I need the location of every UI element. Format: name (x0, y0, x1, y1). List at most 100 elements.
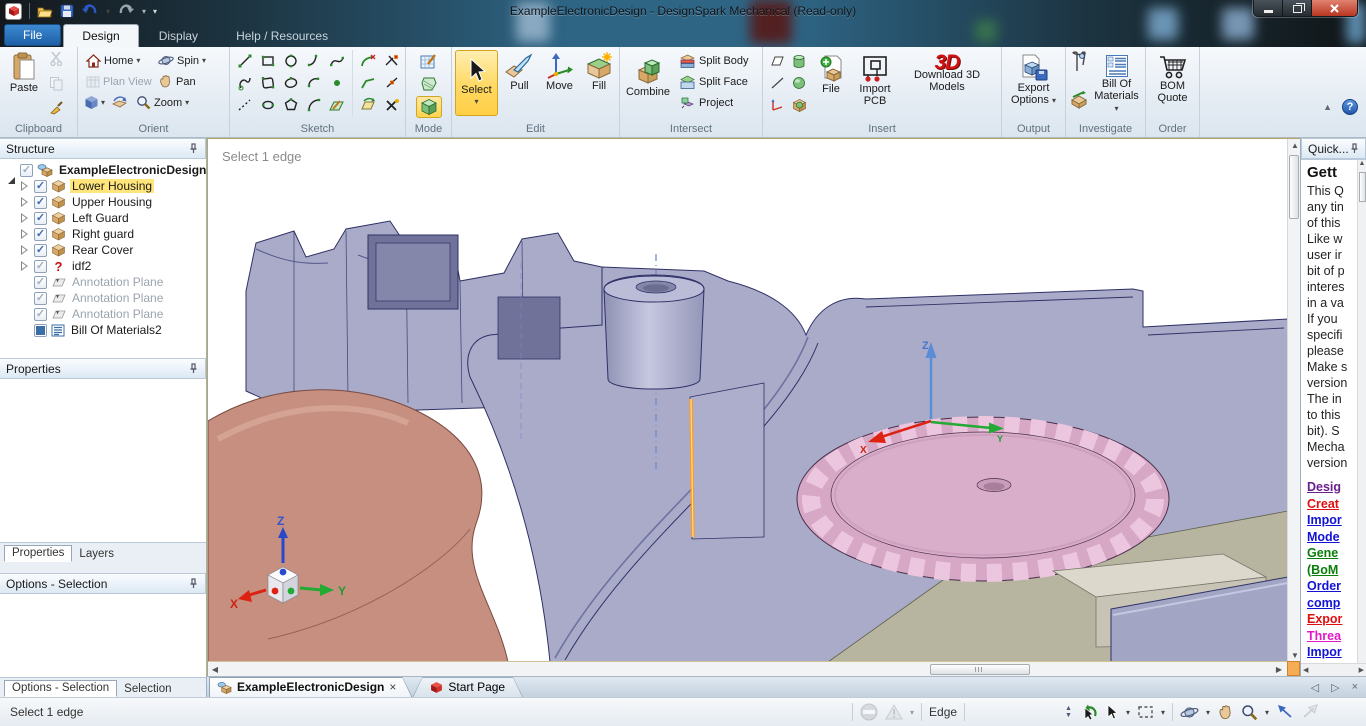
quick-horizontal-scrollbar[interactable]: ◀ ▶ (1301, 663, 1366, 676)
sketch-delete-icon[interactable] (384, 97, 401, 113)
sketch-rectangle-icon[interactable] (260, 53, 276, 69)
copy-icon[interactable] (49, 76, 64, 91)
zoom-caret[interactable]: ▾ (1265, 708, 1269, 717)
spin-caret[interactable]: ▾ (1206, 708, 1210, 717)
visibility-checkbox-filled[interactable] (34, 324, 47, 337)
sketch-move-plane-icon[interactable] (360, 97, 377, 113)
select-cursor-icon[interactable] (1106, 704, 1119, 721)
tab-properties[interactable]: Properties (4, 545, 72, 562)
scroll-left-arrow[interactable]: ◀ (208, 665, 222, 674)
tab-file[interactable]: File (4, 24, 61, 46)
tree-label[interactable]: Annotation Plane (70, 275, 165, 289)
select-tool-button[interactable]: Select ▾ (455, 50, 498, 116)
tree-label[interactable]: Right guard (70, 227, 136, 241)
visibility-checkbox[interactable]: ✓ (34, 228, 47, 241)
box-select-icon[interactable] (1137, 705, 1154, 719)
tan-surface[interactable] (208, 390, 508, 662)
visibility-checkbox[interactable]: ✓ (34, 292, 47, 305)
sketch-arc-icon[interactable] (306, 75, 322, 91)
sketch-mode-button[interactable] (416, 50, 442, 72)
selection-spinner[interactable]: ▲▼ (1065, 705, 1072, 719)
visibility-checkbox[interactable]: ✓ (34, 196, 47, 209)
tree-item-left-guard[interactable]: ✓ Left Guard (0, 210, 206, 226)
tree-item-idf2[interactable]: ✓ ? idf2 (0, 258, 206, 274)
split-face-button[interactable]: Split Face (677, 72, 751, 93)
tree-item-annotation-plane[interactable]: ✓ Annotation Plane (0, 306, 206, 322)
expander-closed-icon[interactable] (20, 181, 30, 191)
3d-viewport[interactable]: Z X Y (207, 138, 1300, 676)
tree-item-bom2[interactable]: Bill Of Materials2 (0, 322, 206, 338)
visibility-checkbox[interactable]: ✓ (34, 276, 47, 289)
insert-cylinder-icon[interactable] (792, 54, 806, 69)
sketch-trim-icon[interactable] (384, 53, 401, 69)
cut-icon[interactable] (49, 51, 64, 66)
scroll-up-arrow[interactable]: ▲ (1288, 141, 1302, 150)
expander-closed-icon[interactable] (20, 245, 30, 255)
sketch-circle-icon[interactable] (283, 53, 299, 69)
tree-label[interactable]: Rear Cover (70, 243, 135, 257)
tab-prev-arrow[interactable]: ◁ (1311, 681, 1319, 694)
combine-button[interactable]: Combine (623, 50, 673, 100)
tree-item-annotation-plane[interactable]: ✓ Annotation Plane (0, 274, 206, 290)
tree-label[interactable]: Annotation Plane (70, 291, 165, 305)
collapse-ribbon-chevron[interactable]: ▲ (1323, 102, 1332, 112)
doc-tab-close-icon[interactable]: × (389, 680, 396, 694)
warning-icon[interactable] (885, 704, 903, 720)
sketch-spline-icon[interactable] (329, 53, 345, 69)
sketch-spline2-icon[interactable] (237, 75, 253, 91)
measure-caliper-icon[interactable] (1069, 51, 1089, 75)
wall-slab[interactable] (690, 383, 764, 539)
format-painter-icon[interactable] (49, 100, 64, 115)
sketch-ellipse2-icon[interactable] (260, 97, 276, 113)
pin-icon[interactable] (188, 143, 199, 154)
close-button[interactable] (1312, 0, 1357, 17)
doc-tab-start-page[interactable]: Start Page (412, 677, 523, 697)
home-view-button[interactable]: Home▾ (84, 50, 156, 71)
sketch-tangent-arc-icon[interactable] (306, 53, 322, 69)
horizontal-scroll-thumb[interactable] (930, 664, 1030, 675)
pull-tool-button[interactable]: Pull (502, 50, 537, 94)
insert-line-icon[interactable] (770, 76, 785, 90)
tab-design[interactable]: Design (63, 24, 138, 47)
tab-selection[interactable]: Selection (117, 682, 178, 697)
tab-next-arrow[interactable]: ▷ (1331, 681, 1339, 694)
alerts-dropdown-caret[interactable]: ▾ (910, 708, 914, 717)
expander-closed-icon[interactable] (20, 213, 30, 223)
insert-plane-icon[interactable] (769, 54, 785, 68)
visibility-checkbox[interactable]: ✓ (34, 244, 47, 257)
tree-label[interactable]: idf2 (70, 259, 93, 273)
measure-arrow-gray-icon[interactable] (1301, 704, 1319, 720)
tab-layers[interactable]: Layers (72, 547, 121, 562)
tab-options-selection[interactable]: Options - Selection (4, 680, 117, 697)
split-body-button[interactable]: Split Body (677, 51, 751, 72)
quick-scroll-thumb[interactable] (1359, 172, 1366, 202)
tab-help-resources[interactable]: Help / Resources (218, 24, 346, 47)
return-to-selection-icon[interactable] (1079, 703, 1099, 721)
box-select-caret[interactable]: ▾ (1161, 708, 1165, 717)
visibility-checkbox[interactable]: ✓ (34, 212, 47, 225)
sketch-plane-tool-icon[interactable] (328, 97, 345, 113)
import-pcb-button[interactable]: Import PCB (849, 50, 901, 109)
tree-label[interactable]: Annotation Plane (70, 307, 165, 321)
visibility-checkbox[interactable]: ✓ (34, 180, 47, 193)
scroll-left-arrow[interactable]: ◀ (1303, 666, 1308, 674)
plan-view-button[interactable]: Plan View (84, 71, 156, 92)
measure-arrow-blue-icon[interactable] (1276, 704, 1294, 720)
tab-display[interactable]: Display (141, 24, 216, 47)
expander-closed-icon[interactable] (20, 229, 30, 239)
download-3d-models-button[interactable]: 3D Download 3D Models (901, 50, 993, 95)
solid-mode-button[interactable] (416, 96, 442, 118)
doc-tab-label[interactable]: ExampleElectronicDesign (237, 680, 384, 694)
viewport-horizontal-scrollbar[interactable]: ◀ ▶ (208, 661, 1288, 676)
vertical-scroll-thumb[interactable] (1289, 155, 1299, 219)
insert-sphere-icon[interactable] (792, 76, 806, 90)
doc-tab-active[interactable]: ExampleElectronicDesign × (209, 677, 412, 697)
tree-label[interactable]: Left Guard (70, 211, 131, 225)
sketch-ellipse-icon[interactable] (283, 75, 299, 91)
zoom-button[interactable]: Zoom▾ (134, 92, 191, 113)
pin-icon[interactable] (188, 363, 199, 374)
tree-item-lower-housing[interactable]: ✓ Lower Housing (0, 178, 206, 194)
sketch-fillet-icon[interactable] (360, 53, 377, 69)
export-options-button[interactable]: Export Options ▾ (1005, 50, 1062, 109)
sketch-chamfer-icon[interactable] (360, 75, 377, 91)
